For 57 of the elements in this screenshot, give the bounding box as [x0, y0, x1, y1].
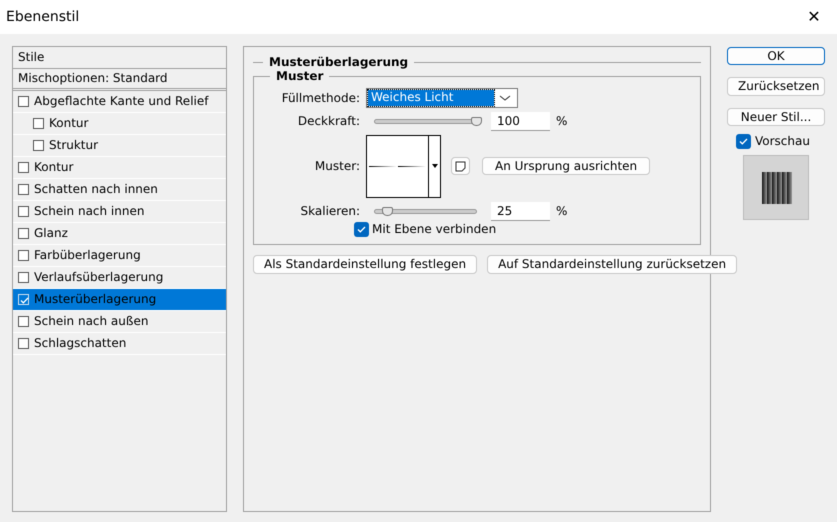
checkbox[interactable] [18, 162, 29, 173]
list-item[interactable]: Glanz [13, 223, 226, 245]
list-item[interactable]: Abgeflachte Kante und Relief [13, 91, 226, 113]
list-item[interactable]: Kontur [13, 113, 226, 135]
unit-label: % [556, 204, 568, 218]
field-label: Muster: [314, 159, 360, 174]
dialog-button[interactable]: OK [727, 47, 825, 66]
checkbox[interactable] [354, 222, 369, 237]
checkbox[interactable] [736, 134, 751, 150]
slider-thumb[interactable] [471, 116, 482, 126]
number-field[interactable]: 100 [491, 112, 550, 131]
list-item[interactable]: Farbüberlagerung [13, 245, 226, 267]
window-title: Ebenenstil [6, 8, 80, 26]
checkbox[interactable] [18, 250, 29, 261]
checkbox[interactable] [18, 184, 29, 195]
blend-mode-dropdown[interactable]: Weiches Licht [366, 88, 518, 108]
checkbox-label: Vorschau [755, 134, 810, 149]
close-button[interactable]: ✕ [791, 0, 837, 34]
list-item[interactable]: Kontur [13, 157, 226, 179]
field-label: Deckkraft: [296, 114, 360, 128]
list-item[interactable]: Schein nach außen [13, 311, 226, 333]
group-title: Muster [275, 69, 324, 84]
checkbox[interactable] [18, 228, 29, 239]
list-header: Stile [13, 47, 226, 69]
check-icon [20, 296, 29, 305]
list-item[interactable]: Musterüberlagerung [13, 289, 226, 311]
check-icon [739, 137, 748, 146]
list-item[interactable]: Schatten nach innen [13, 179, 226, 201]
checkbox[interactable] [18, 338, 29, 349]
checkbox[interactable] [18, 316, 29, 327]
reset-button[interactable]: Auf Standardeinstellung zurücksetzen [487, 255, 738, 274]
dialog-button[interactable]: Neuer Stil... [727, 108, 825, 126]
list-item[interactable]: Mischoptionen: Standard [13, 69, 226, 91]
dialog-button[interactable]: Zurücksetzen [727, 77, 825, 96]
checkbox[interactable] [18, 206, 29, 217]
pattern-picker[interactable] [366, 134, 441, 198]
checkbox[interactable] [18, 272, 29, 283]
section-title: Musterüberlagerung [268, 55, 410, 70]
unit-label: % [556, 114, 568, 128]
new-preset-button[interactable] [451, 157, 470, 176]
list-item[interactable]: Schlagschatten [13, 333, 226, 355]
page-icon [455, 161, 466, 172]
check-icon [357, 224, 366, 234]
set-default-button[interactable]: Als Standardeinstellung festlegen [253, 255, 478, 274]
checkbox[interactable] [33, 140, 44, 151]
checkbox[interactable] [18, 96, 29, 107]
field-label: Füllmethode: [280, 90, 360, 105]
list-item[interactable]: Struktur [13, 135, 226, 157]
field-label: Skalieren: [300, 204, 360, 218]
snap-to-origin-button[interactable]: An Ursprung ausrichten [482, 157, 650, 176]
list-item[interactable]: Schein nach innen [13, 201, 226, 223]
number-field[interactable]: 25 [491, 202, 550, 221]
checkbox[interactable] [33, 118, 44, 129]
preview-thumbnail [760, 172, 792, 204]
slider-thumb[interactable] [382, 206, 394, 216]
caret-icon[interactable] [432, 164, 438, 168]
checkbox-label: Mit Ebene verbinden [372, 222, 496, 236]
